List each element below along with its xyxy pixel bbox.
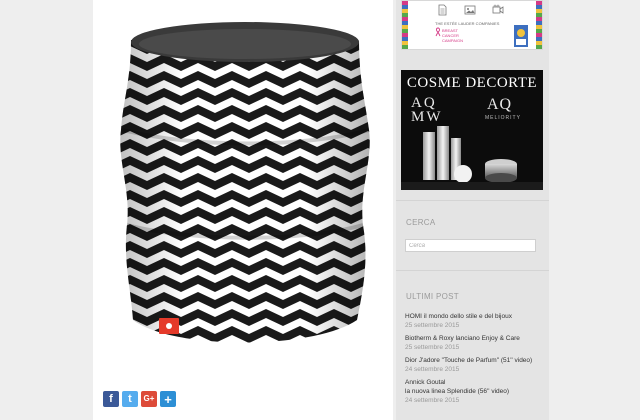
banner-stripe — [536, 1, 542, 49]
banner-stripe — [402, 1, 408, 49]
post-link[interactable]: Biotherm & Roxy lanciano Enjoy & Care — [405, 334, 545, 343]
image-icon — [464, 5, 476, 15]
post-link[interactable]: Dior J'adore "Touche de Parfum" (51'' vi… — [405, 356, 545, 365]
post-date: 24 settembre 2015 — [405, 366, 460, 373]
banner-company: THE ESTÉE LAUDER COMPANIES — [435, 21, 500, 26]
video-icon — [492, 4, 504, 14]
google-plus-share-button[interactable]: G+ — [141, 391, 157, 407]
pink-ribbon-icon — [435, 27, 441, 37]
recent-posts-list: HOMI il mondo dello stile e del bijoux 2… — [405, 312, 545, 409]
product-image[interactable] — [113, 20, 373, 355]
post-link[interactable]: Annick Goutal la nuova linea Splendide (… — [405, 378, 545, 396]
search-input[interactable] — [405, 239, 536, 252]
share-more-button[interactable]: + — [160, 391, 176, 407]
recent-posts-title: ULTIMI POST — [406, 292, 459, 301]
breast-cancer-campaign-banner[interactable]: THE ESTÉE LAUDER COMPANIES BREAST CANCER… — [401, 0, 543, 50]
post-date: 25 settembre 2015 — [405, 322, 460, 329]
list-item: Annick Goutal la nuova linea Splendide (… — [405, 378, 545, 405]
banner-line-3: CAMPAIGN — [442, 38, 464, 43]
facebook-share-button[interactable]: f — [103, 391, 119, 407]
list-item: Dior J'adore "Touche de Parfum" (51'' vi… — [405, 356, 545, 374]
ad-mark-aq: AQ — [411, 95, 437, 111]
cosme-decorte-ad[interactable]: COSME DECORTE AQ MW AQ MELIORITY — [401, 70, 543, 190]
list-item: HOMI il mondo dello stile e del bijoux 2… — [405, 312, 545, 330]
post-date: 24 settembre 2015 — [405, 397, 460, 404]
document-icon — [438, 4, 447, 16]
share-buttons: f t G+ + — [103, 391, 176, 407]
widget-divider — [396, 200, 549, 201]
ad-aq-mw-logo: AQ MW — [411, 95, 443, 125]
campaign-logo-icon — [514, 25, 528, 47]
search-widget-title: CERCA — [406, 218, 436, 227]
cosmetic-products-image — [401, 126, 543, 190]
sidebar: THE ESTÉE LAUDER COMPANIES BREAST CANCER… — [396, 0, 549, 420]
ad-brand-name: COSME DECORTE — [406, 75, 538, 91]
ad-melority-label: MELIORITY — [485, 115, 521, 121]
twitter-share-button[interactable]: t — [122, 391, 138, 407]
post-link[interactable]: HOMI il mondo dello stile e del bijoux — [405, 312, 545, 321]
post-date: 25 settembre 2015 — [405, 344, 460, 351]
main-content: f t G+ + — [93, 0, 393, 420]
ad-aq-logo: AQ — [487, 96, 513, 113]
list-item: Biotherm & Roxy lanciano Enjoy & Care 25… — [405, 334, 545, 352]
widget-divider — [396, 270, 549, 271]
